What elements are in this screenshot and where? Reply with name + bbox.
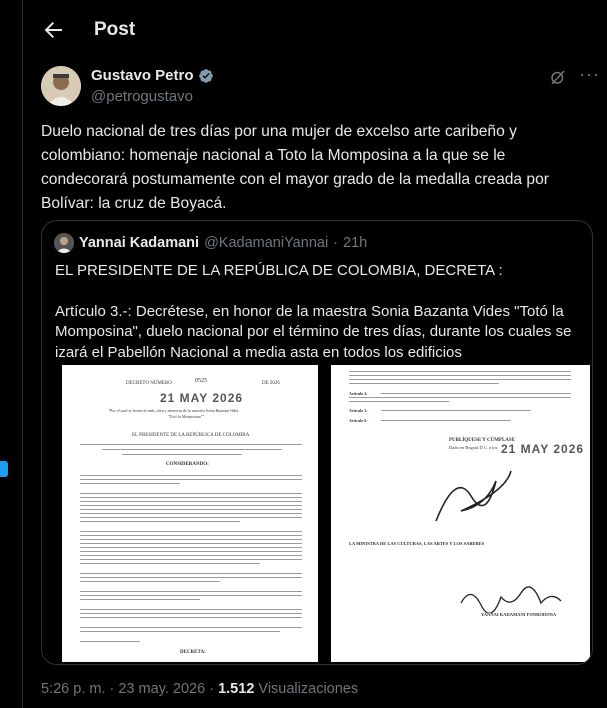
decreto-year: DE 2026 [262,381,280,386]
decree-page-2-image[interactable]: Artículo 4.- Artículo 5.- Artículo 6.- P… [331,365,590,662]
author-name[interactable]: Gustavo Petro [91,67,194,84]
ministra-label: LA MINISTRA DE LAS CULTURAS, LAS ARTES Y… [349,541,485,546]
top-bar: Post [23,0,607,60]
arrow-left-icon[interactable] [41,18,65,42]
views-label: Visualizaciones [258,681,359,697]
date-stamp-1: 21 MAY 2026 [160,391,244,405]
quoted-author-avatar [54,233,74,253]
date-stamp-2: 21 MAY 2026 [501,442,585,456]
quoted-media[interactable]: DECRETO NÚMERO 0525 DE 2026 21 MAY 2026 … [42,365,592,664]
firmante-label: YANNAI KADAMANI FONRODONA [481,612,557,617]
post-text: Duelo nacional de tres días por una muje… [41,123,549,212]
post-metadata: 5:26 p. m. · 23 may. 2026 · 1.512 Visual… [41,681,358,697]
verified-badge-icon [198,68,213,83]
dot-separator: · [333,235,339,251]
views-count: 1.512 [218,681,255,697]
author-avatar[interactable] [41,66,81,106]
quoted-post-header: Yannai Kadamani @KadamaniYannai · 21h [54,233,367,253]
page-title: Post [94,19,136,40]
dado-label: Dado en Bogotá D.C. a los [449,445,498,450]
quoted-paragraph-1: EL PRESIDENTE DE LA REPÚBLICA DE COLOMBI… [55,262,503,279]
article-4-label: Artículo 4.- [349,391,369,396]
president-heading: EL PRESIDENTE DE LA REPÚBLICA DE COLOMBI… [132,433,250,438]
decree-caption-2: "Totó la Momposina"" [168,414,205,419]
quoted-author-handle: @KadamaniYannai [204,235,329,251]
article-5-label: Artículo 5.- [349,408,369,413]
post-author: Gustavo Petro @petrogustavo ··· [41,65,599,110]
dot-separator: · [109,681,115,697]
author-handle[interactable]: @petrogustavo [91,88,193,105]
author-name-row[interactable]: Gustavo Petro [91,67,214,84]
decreto-number: 0525 [195,378,207,384]
decreta-heading: DECRETA: [180,650,206,655]
decree-page-1-image[interactable]: DECRETO NÚMERO 0525 DE 2026 21 MAY 2026 … [62,365,318,662]
dot-separator: · [209,681,215,697]
grok-icon[interactable] [549,68,567,86]
considerando-heading: CONSIDERANDO: [166,462,209,467]
president-signature [435,470,512,522]
post-date[interactable]: 23 may. 2026 [118,681,205,697]
quoted-paragraph-2: Artículo 3.-: Decrétese, en honor de la … [55,302,572,361]
article-6-label: Artículo 6.- [349,418,369,423]
scroll-indicator [0,461,8,477]
post-time[interactable]: 5:26 p. m. [41,681,105,697]
more-options-icon[interactable]: ··· [579,65,599,86]
decree-caption: "Por el cual se honra la vida, obra y me… [108,408,239,413]
post-detail-panel: Post Gustavo Petro @petrogustavo ··· Due… [22,0,607,708]
quoted-post[interactable]: Yannai Kadamani @KadamaniYannai · 21h EL… [41,220,593,665]
quoted-author-name: Yannai Kadamani [79,235,200,251]
quoted-post-time: 21h [343,235,368,251]
minister-signature [460,586,562,613]
decreto-label: DECRETO NÚMERO [126,381,172,386]
